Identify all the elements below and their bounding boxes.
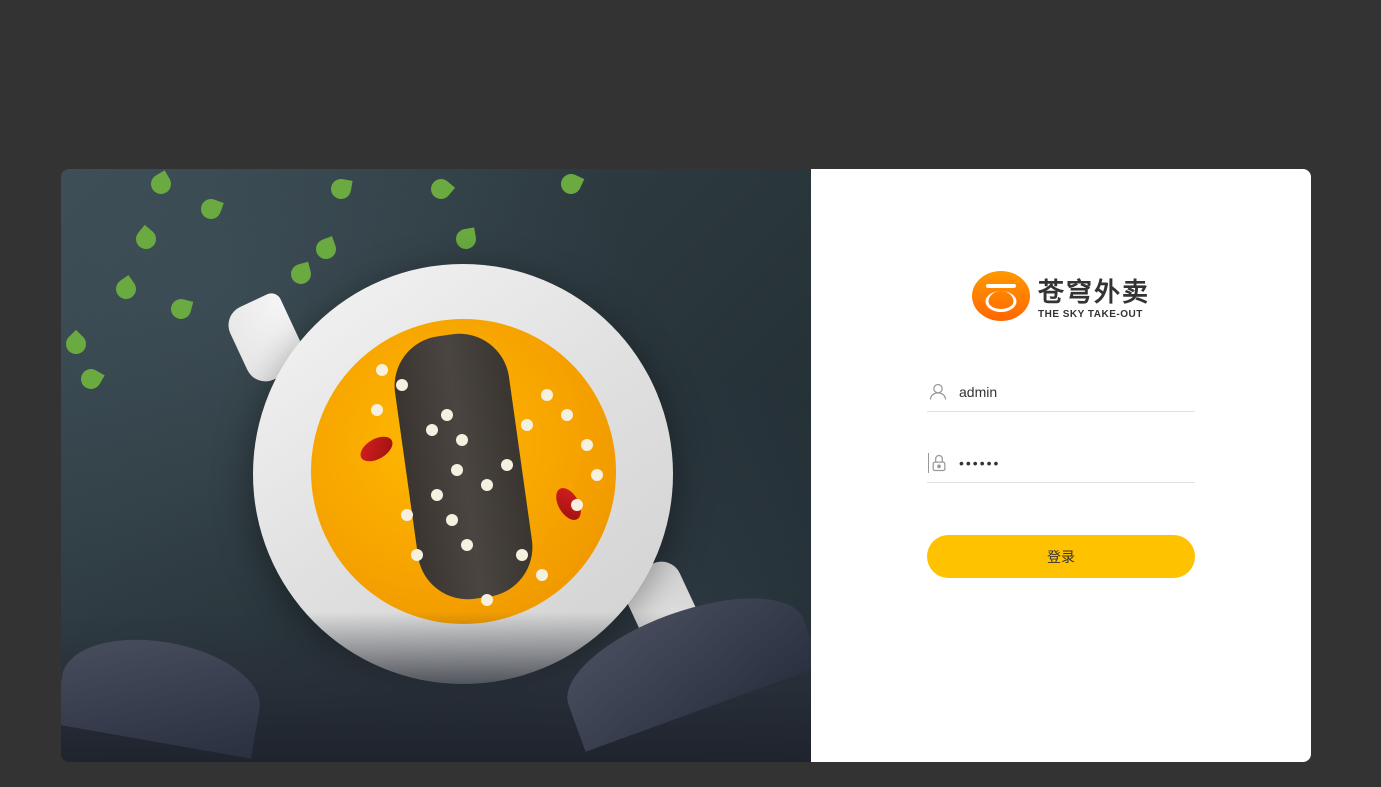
grain [541,389,553,401]
grain [521,419,533,431]
microgreen-leaf [131,224,161,254]
grain [451,464,463,476]
logo: 苍穹外卖 THE SKY TAKE-OUT [971,271,1150,321]
grain [396,379,408,391]
grain [371,404,383,416]
grain [571,499,583,511]
lock-icon [927,452,949,474]
microgreen-leaf [313,236,339,262]
logo-icon [971,271,1030,321]
grain [431,489,443,501]
microgreen-leaf [112,275,140,303]
microgreen-leaf [557,170,585,198]
grain [376,364,388,376]
grain [461,539,473,551]
microgreen-leaf [147,170,175,198]
login-form-panel: 苍穹外卖 THE SKY TAKE-OUT admin •••••• 登录 [811,169,1311,762]
grain [581,439,593,451]
grain [591,469,603,481]
logo-chinese-name: 苍穹外卖 [1037,278,1150,308]
username-wrapper: admin [927,381,1195,412]
microgreen-leaf [77,365,105,393]
username-input[interactable]: admin [959,384,1195,400]
food-image-panel [61,169,811,762]
grain [561,409,573,421]
logo-text: 苍穹外卖 THE SKY TAKE-OUT [1038,272,1150,320]
login-container: 苍穹外卖 THE SKY TAKE-OUT admin •••••• 登录 [61,169,1311,762]
grain [401,509,413,521]
microgreen-leaf [168,296,194,322]
username-group: admin [927,381,1195,412]
grain [411,549,423,561]
logo-english-name: THE SKY TAKE-OUT [1037,309,1143,320]
grain [456,434,468,446]
password-wrapper: •••••• [927,452,1195,483]
grain [516,549,528,561]
grain [536,569,548,581]
grain [501,459,513,471]
microgreen-leaf [454,227,478,251]
login-button[interactable]: 登录 [927,535,1195,578]
microgreen-leaf [198,196,224,222]
grain [446,514,458,526]
microgreen-leaf [61,329,91,359]
password-group: •••••• [927,452,1195,483]
grain [441,409,453,421]
grain [481,479,493,491]
microgreen-leaf [426,174,456,204]
grain [481,594,493,606]
grain [426,424,438,436]
microgreen-leaf [329,177,353,201]
user-icon [927,381,949,403]
password-input[interactable]: •••••• [959,455,1195,471]
microgreen-leaf [288,261,314,287]
